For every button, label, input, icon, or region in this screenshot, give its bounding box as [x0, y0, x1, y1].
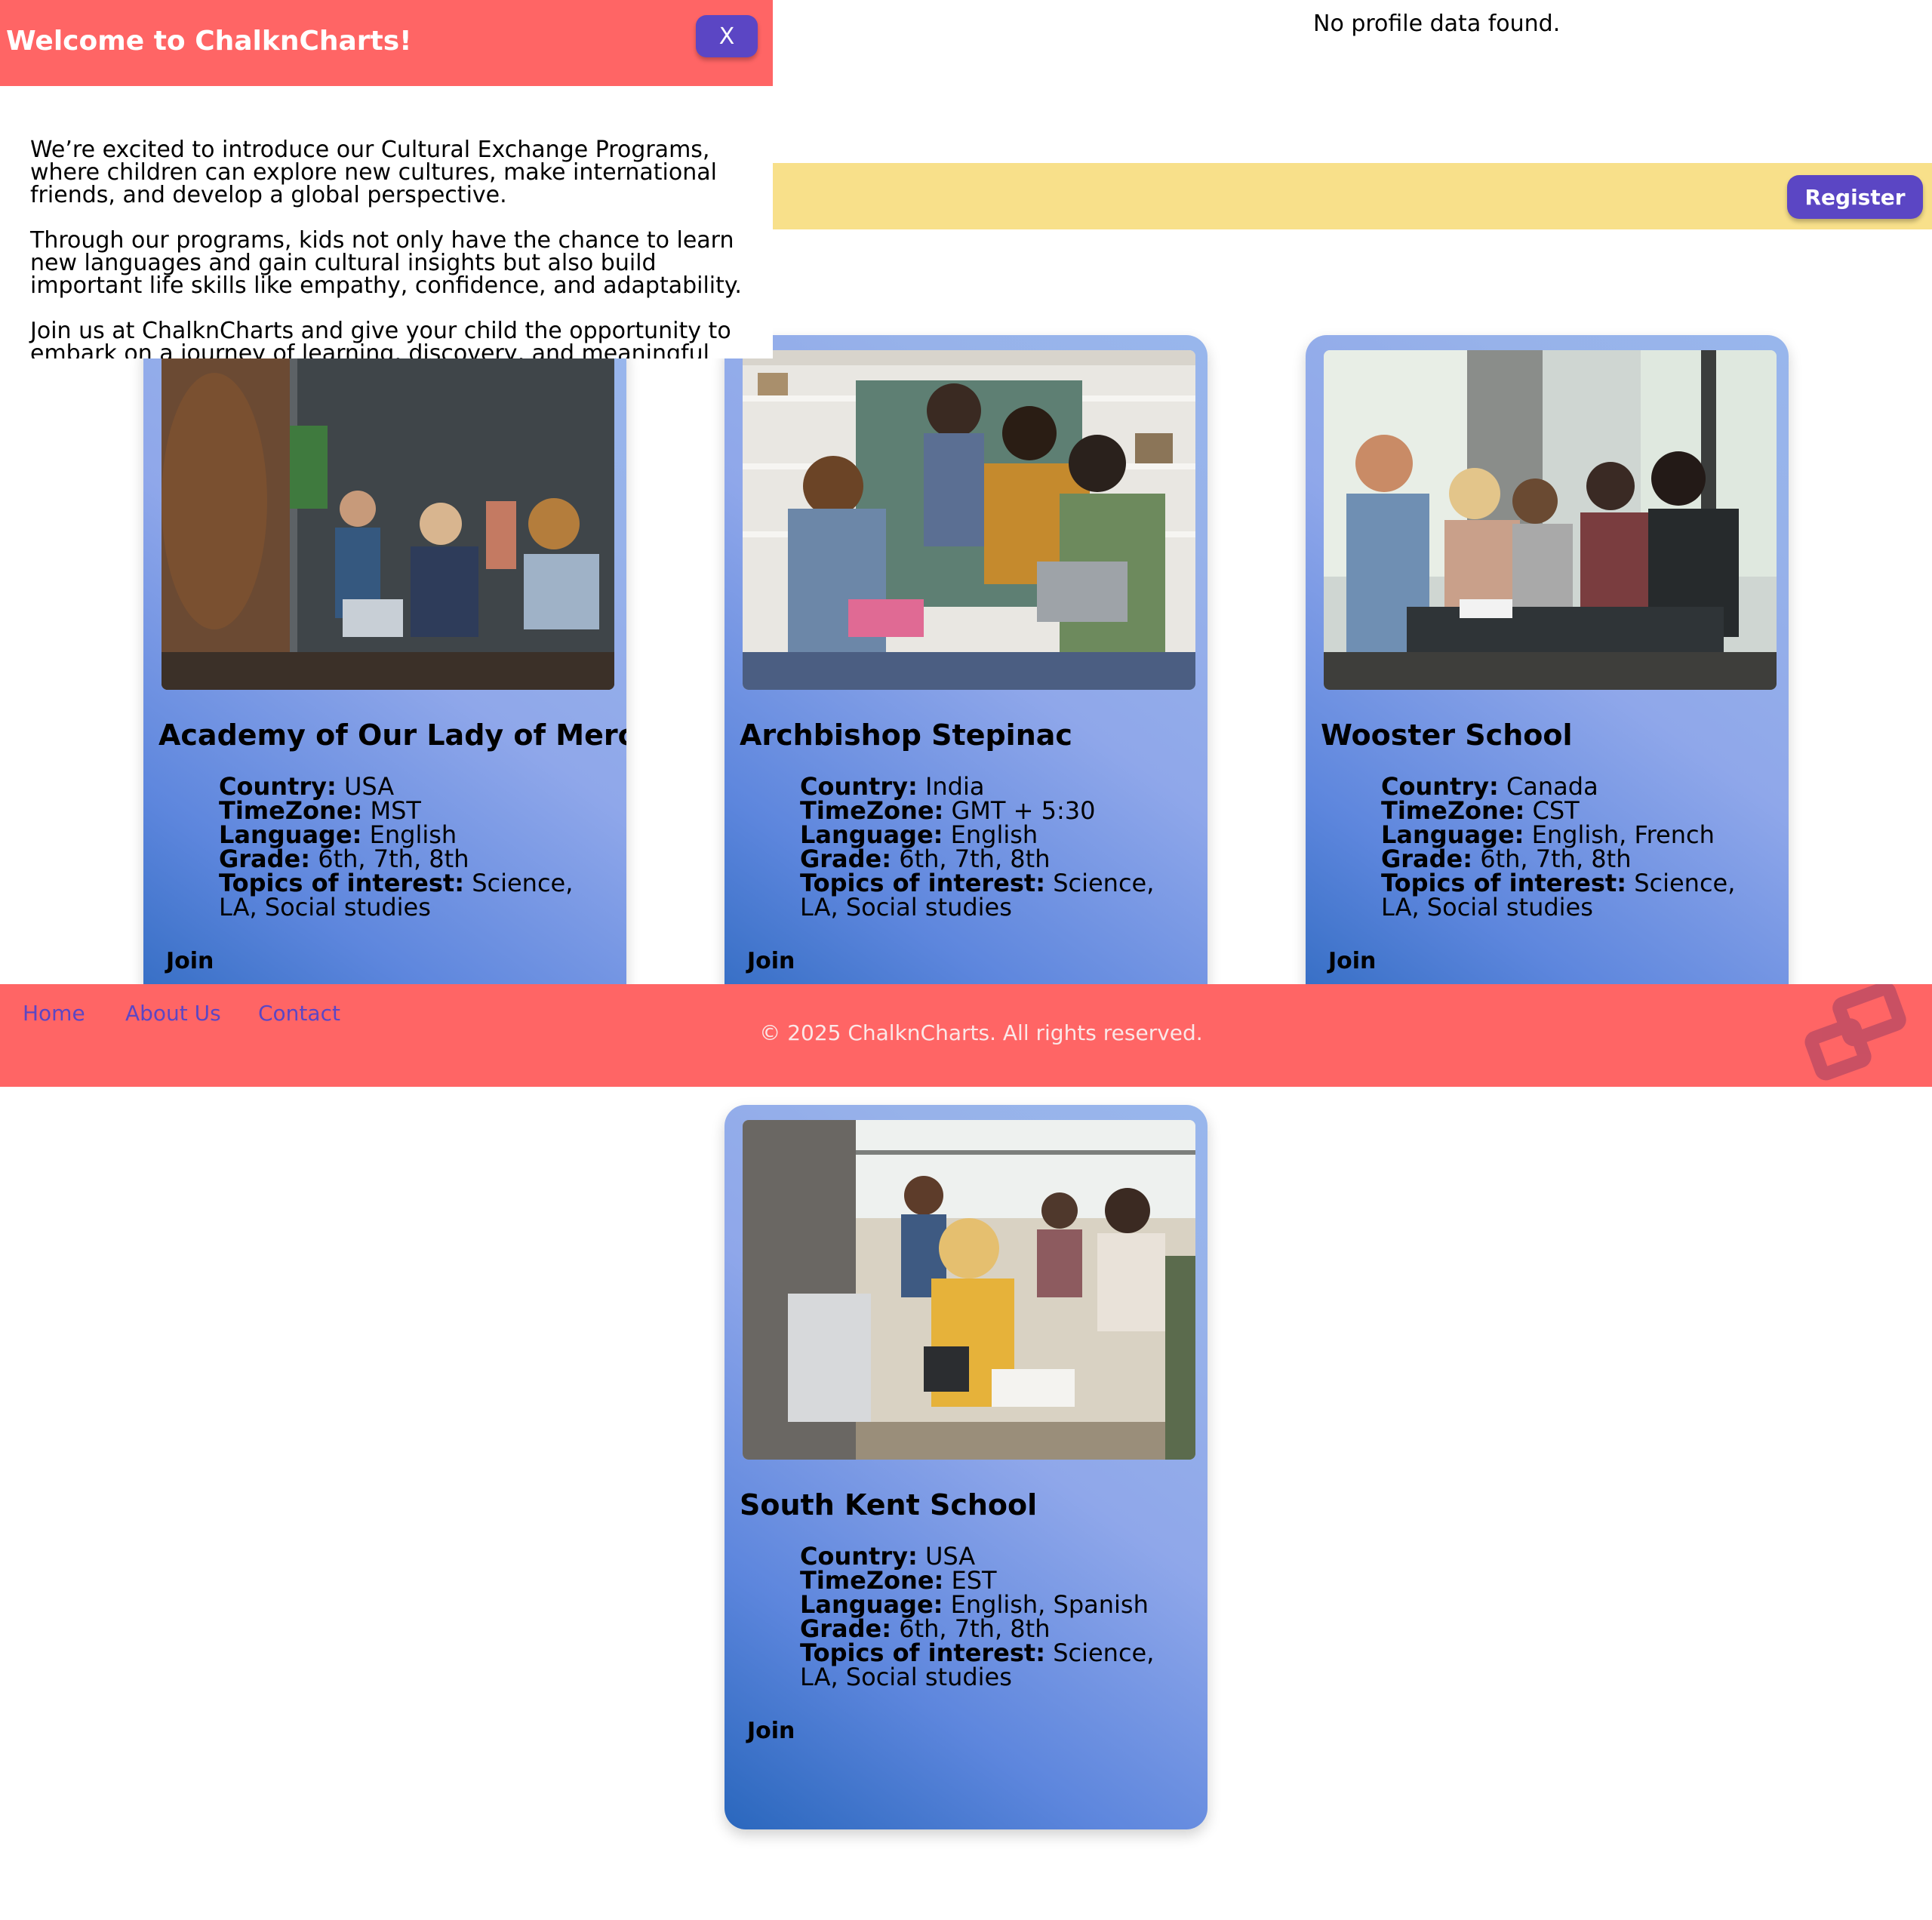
school-details: Country: India TimeZone: GMT + 5:30 Lang… [800, 774, 1177, 919]
school-name: Archbishop Stepinac [740, 718, 1072, 752]
join-button[interactable]: Join [166, 948, 214, 974]
popup-body: We’re excited to introduce our Cultural … [30, 137, 755, 359]
join-button[interactable]: Join [1328, 948, 1376, 974]
school-photo [162, 350, 614, 690]
popup-title: Welcome to ChalknCharts! [6, 26, 412, 57]
school-name: South Kent School [740, 1488, 1038, 1522]
school-details: Country: USA TimeZone: MST Language: Eng… [219, 774, 596, 919]
school-photo [1324, 350, 1777, 690]
popup-header: Welcome to ChalknCharts! X [0, 0, 773, 86]
register-banner: Register [773, 163, 1932, 229]
school-card: South Kent School Country: USA TimeZone:… [724, 1105, 1208, 1829]
join-button[interactable]: Join [747, 948, 795, 974]
popup-paragraph: We’re excited to introduce our Cultural … [30, 137, 717, 208]
popup-paragraph: Through our programs, kids not only have… [30, 227, 742, 299]
footer-copyright: © 2025 ChalknCharts. All rights reserved… [759, 1020, 1203, 1045]
popup-paragraph: Join us at ChalknCharts and give your ch… [30, 318, 731, 359]
register-button[interactable]: Register [1787, 175, 1923, 219]
close-button[interactable]: X [696, 15, 758, 57]
school-name: Wooster School [1321, 718, 1573, 752]
school-photo [743, 1120, 1195, 1460]
welcome-popup: Welcome to ChalknCharts! X We’re excited… [0, 0, 773, 358]
profile-status-text: No profile data found. [1313, 11, 1561, 37]
join-button[interactable]: Join [747, 1718, 795, 1744]
school-details: Country: USA TimeZone: EST Language: Eng… [800, 1544, 1177, 1689]
school-card: Wooster School Country: Canada TimeZone:… [1306, 335, 1789, 1060]
school-card: Archbishop Stepinac Country: India TimeZ… [724, 335, 1208, 1060]
school-photo [743, 350, 1195, 690]
brand-logo-icon [1804, 984, 1906, 1081]
school-name: Academy of Our Lady of Mercy [158, 718, 626, 752]
school-details: Country: Canada TimeZone: CST Language: … [1381, 774, 1758, 919]
school-card: Academy of Our Lady of Mercy Country: US… [143, 335, 626, 1060]
footer: Home About Us Contact © 2025 ChalknChart… [0, 984, 1932, 1087]
